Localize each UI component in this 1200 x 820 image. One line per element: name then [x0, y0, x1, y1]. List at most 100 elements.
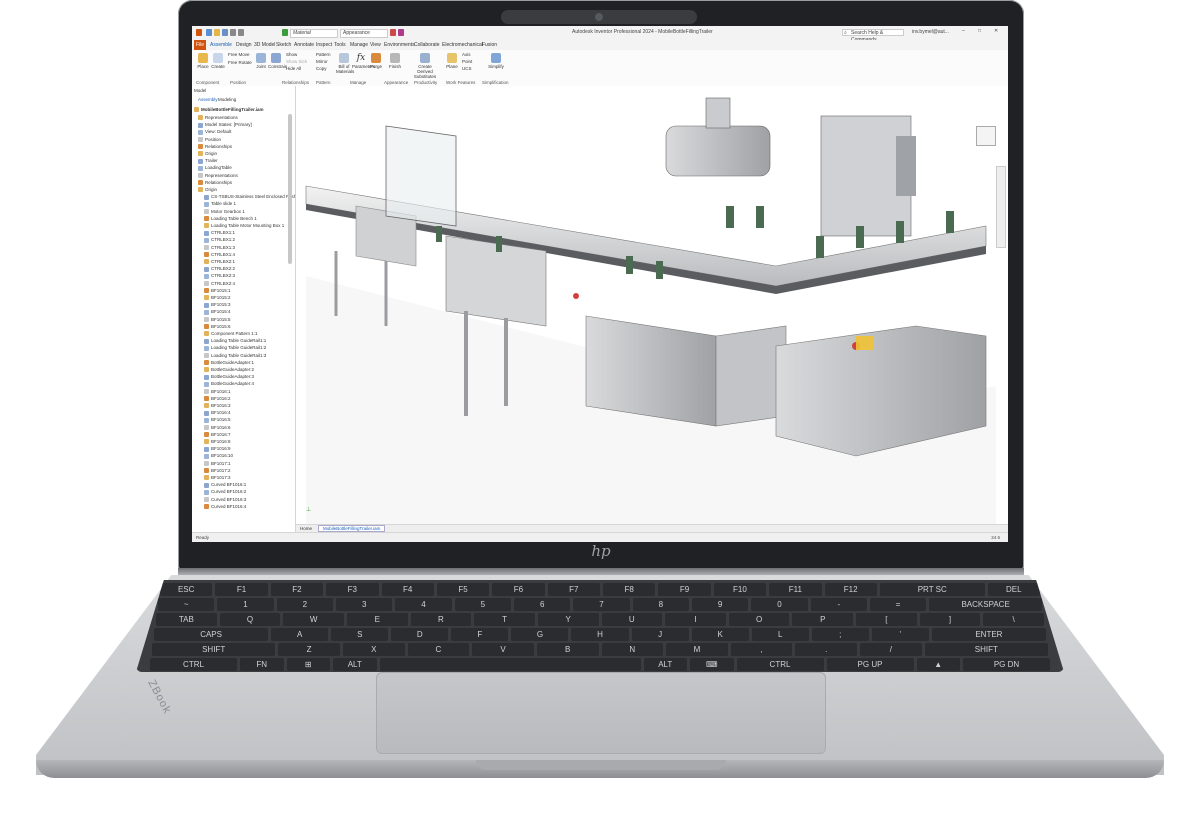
appearance-dropdown[interactable]: Appearance	[340, 29, 388, 38]
tree-item[interactable]: Position	[198, 136, 221, 143]
doc-tab-home[interactable]: Home	[300, 526, 312, 531]
key[interactable]: G	[511, 628, 569, 641]
tree-item[interactable]: Relationships	[198, 143, 232, 150]
key[interactable]: F5	[436, 583, 490, 596]
key[interactable]: BACKSPACE	[929, 598, 1042, 611]
place-button[interactable]: Place	[196, 53, 210, 69]
key[interactable]: ▲	[916, 658, 960, 671]
select-icon[interactable]	[282, 29, 288, 36]
undo-icon[interactable]	[230, 29, 236, 36]
key[interactable]: DEL	[987, 583, 1040, 596]
doc-tab-assembly[interactable]: MobileBottleFillingTrailer.iam	[318, 525, 386, 532]
point-button[interactable]: Point	[462, 59, 478, 64]
parameters-button[interactable]: fx Parameters	[352, 53, 375, 69]
key[interactable]: A	[271, 628, 329, 641]
key[interactable]	[379, 658, 641, 671]
bill-of-materials-button[interactable]: Bill of Materials	[336, 53, 354, 74]
navigation-bar[interactable]	[996, 166, 1006, 248]
key[interactable]: F7	[547, 583, 600, 596]
axis-button[interactable]: Axis	[462, 52, 478, 57]
key[interactable]: 7	[573, 598, 630, 611]
key[interactable]: 2	[276, 598, 334, 611]
tree-item[interactable]: CTRLBX1:3	[204, 244, 235, 251]
tree-item[interactable]: CTRLBX1:4	[204, 251, 235, 258]
key[interactable]: L	[751, 628, 809, 641]
tab-fusion[interactable]: Fusion	[482, 42, 497, 48]
tree-item[interactable]: BF1015:4	[204, 308, 231, 315]
key[interactable]: X	[342, 643, 405, 656]
key[interactable]: ⊞	[286, 658, 330, 671]
key[interactable]: 8	[632, 598, 689, 611]
key[interactable]: F2	[270, 583, 324, 596]
tree-item[interactable]: BF1015:5	[204, 316, 231, 323]
key[interactable]: Q	[219, 613, 281, 626]
tab-file[interactable]: File	[194, 40, 206, 50]
close-button[interactable]: ✕	[994, 28, 998, 34]
browser-tab-model[interactable]: Model	[194, 88, 206, 93]
purge-button[interactable]: Purge	[370, 53, 382, 69]
key[interactable]: 6	[514, 598, 571, 611]
key[interactable]: T	[474, 613, 535, 626]
tree-item[interactable]: BottleGuideAdapter:2	[204, 366, 254, 373]
tab-electromechanical[interactable]: Electromechanical	[442, 42, 483, 48]
key[interactable]: F4	[381, 583, 434, 596]
hide-all-button[interactable]: Hide All	[286, 66, 308, 71]
tree-item[interactable]: CTRLBX2:4	[204, 280, 235, 287]
constrain-button[interactable]: Constrain	[268, 53, 287, 69]
key[interactable]: S	[331, 628, 389, 641]
tab-assemble[interactable]: Assemble	[210, 42, 232, 48]
key[interactable]: I	[665, 613, 726, 626]
key[interactable]: F10	[713, 583, 767, 596]
tree-item[interactable]: Loading Table Motor Mounting Box 1	[204, 222, 284, 229]
tree-item[interactable]: Curved BF1016:4	[204, 503, 246, 510]
ucs-button[interactable]: UCS	[462, 66, 478, 71]
measure-icon[interactable]	[398, 29, 404, 36]
key[interactable]: FN	[240, 658, 284, 671]
key[interactable]: F12	[824, 583, 877, 596]
tree-item[interactable]: Curved BF1016:1	[204, 481, 246, 488]
key[interactable]: 9	[691, 598, 749, 611]
key[interactable]: CAPS	[154, 628, 269, 641]
open-icon[interactable]	[214, 29, 220, 36]
tab-view[interactable]: View	[370, 42, 381, 48]
key[interactable]: PG DN	[963, 658, 1050, 671]
key[interactable]: 5	[454, 598, 511, 611]
redo-icon[interactable]	[238, 29, 244, 36]
key[interactable]: PG UP	[826, 658, 914, 671]
tree-item[interactable]: BottleGuideAdapter:4	[204, 380, 254, 387]
key[interactable]: E	[346, 613, 408, 626]
viewcube-icon[interactable]	[976, 126, 996, 146]
key[interactable]: O	[728, 613, 790, 626]
free-rotate-button[interactable]: Free Rotate	[228, 60, 254, 65]
key[interactable]: =	[869, 598, 927, 611]
material-dropdown[interactable]: Material	[290, 29, 338, 38]
key[interactable]: D	[391, 628, 449, 641]
tree-item[interactable]: BF1016:3	[204, 402, 231, 409]
tree-item[interactable]: BF1016:1	[204, 388, 231, 395]
key[interactable]: 3	[336, 598, 393, 611]
tree-item[interactable]: LoadingTable	[198, 164, 232, 171]
key[interactable]: R	[410, 613, 472, 626]
key[interactable]: -	[810, 598, 867, 611]
key[interactable]: [	[856, 613, 917, 626]
key[interactable]: ALT	[643, 658, 687, 671]
mirror-button[interactable]: Mirror	[316, 59, 336, 64]
key[interactable]: Y	[537, 613, 599, 626]
tree-item[interactable]: BF1015:2	[204, 294, 231, 301]
key[interactable]: /	[860, 643, 922, 656]
tree-item[interactable]: BF1016:10	[204, 452, 233, 459]
key[interactable]: CTRL	[736, 658, 824, 671]
update-icon[interactable]	[390, 29, 396, 36]
save-icon[interactable]	[222, 29, 228, 36]
key[interactable]: J	[631, 628, 689, 641]
key[interactable]: PRT SC	[879, 583, 985, 596]
key[interactable]: P	[792, 613, 854, 626]
minimize-button[interactable]: –	[962, 28, 965, 34]
tree-item[interactable]: BF1017:1	[204, 460, 231, 467]
tree-item[interactable]: CTRLBX1:1	[204, 229, 235, 236]
tree-item[interactable]: Motor Gearbox 1	[204, 208, 245, 215]
tree-item[interactable]: BottleGuideAdapter:3	[204, 373, 254, 380]
key[interactable]: ENTER	[931, 628, 1046, 641]
show-sick-button[interactable]: Show Sick	[286, 59, 308, 64]
tree-item[interactable]: BF1017:2	[204, 467, 231, 474]
